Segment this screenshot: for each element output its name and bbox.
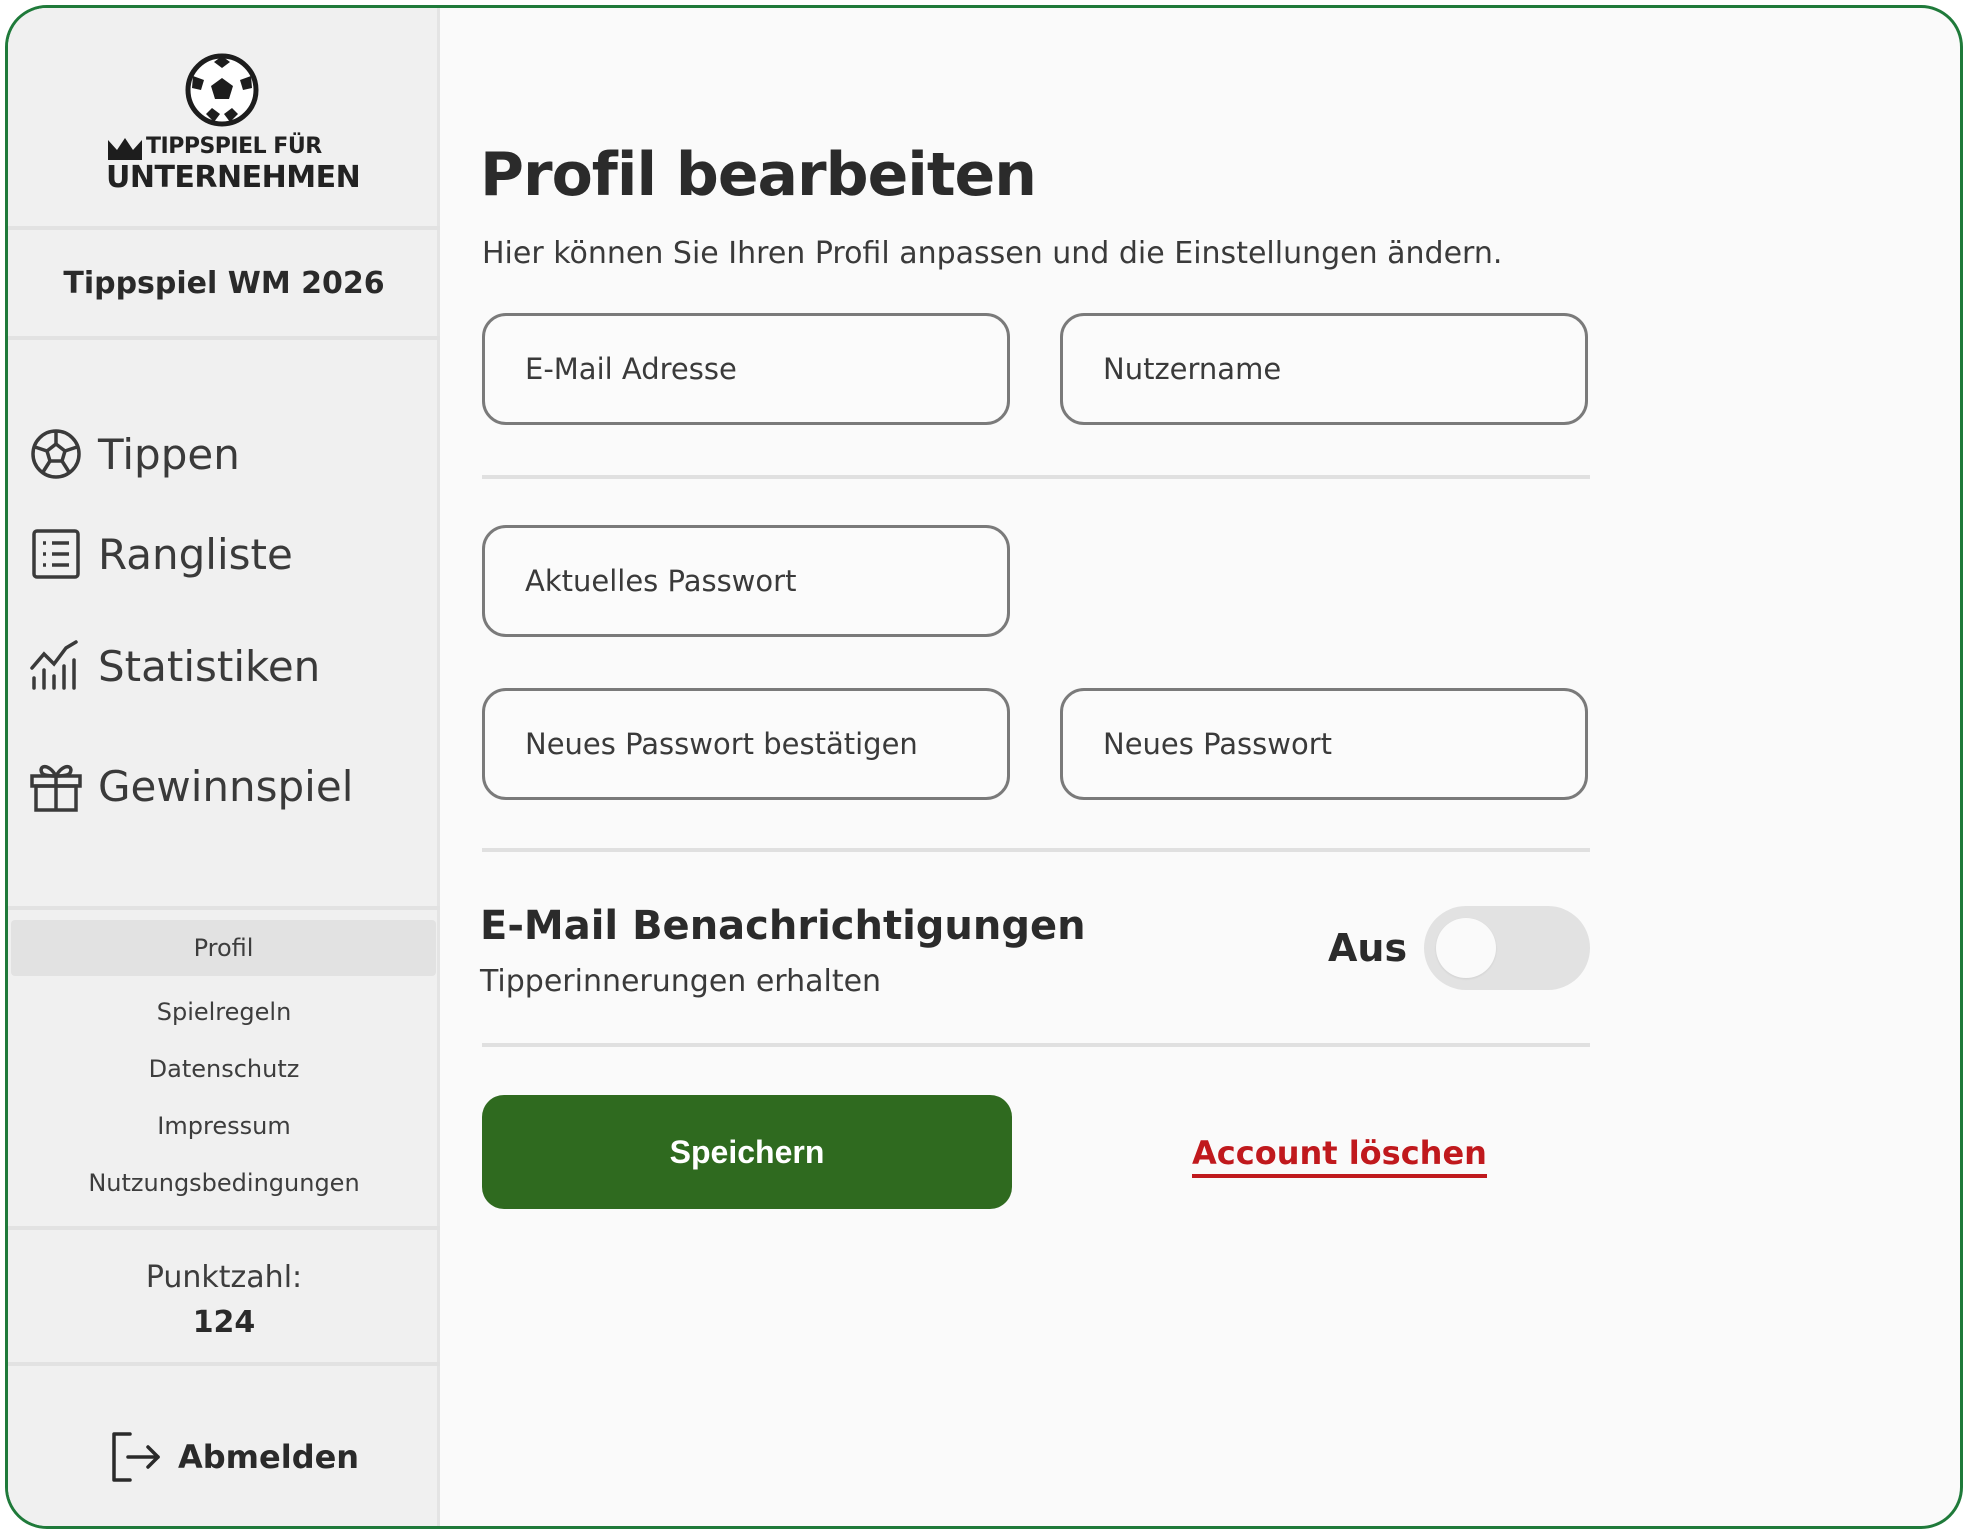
soccer-ball-logo-icon [185, 53, 259, 127]
notifications-subtitle: Tipperinnerungen erhalten [480, 964, 882, 999]
score-value: 124 [192, 1305, 256, 1340]
sidebar-divider [8, 226, 440, 230]
score-label: Punktzahl: [145, 1260, 303, 1295]
sidebar: TIPPSPIEL FÜR UNTERNEHMEN Tippspiel WM 2… [8, 8, 440, 1526]
nav-item-statistiken[interactable]: Statistiken [28, 638, 320, 694]
username-field-placeholder: Nutzername [1103, 352, 1282, 386]
new-password-placeholder: Neues Passwort [1103, 727, 1333, 761]
delete-account-link[interactable]: Account löschen [1192, 1134, 1487, 1178]
soccer-ball-icon [31, 429, 81, 479]
nav-item-gewinnspiel[interactable]: Gewinnspiel [28, 758, 353, 814]
game-title: Tippspiel WM 2026 [63, 266, 385, 301]
sidebar-divider [8, 1226, 440, 1230]
logo-text-bottom: UNTERNEHMEN [106, 160, 361, 195]
page-title: Profil bearbeiten [480, 140, 1037, 210]
logout-icon [112, 1432, 160, 1482]
sidebar-divider [8, 906, 440, 910]
confirm-password-field[interactable]: Neues Passwort bestätigen [482, 688, 1010, 800]
nav-item-label: Tippen [98, 429, 240, 479]
save-button[interactable]: Speichern [482, 1095, 1012, 1209]
logout-label: Abmelden [178, 1438, 360, 1476]
chart-icon [30, 640, 78, 690]
sidebar-link-datenschutz[interactable]: Datenschutz [8, 1055, 440, 1083]
section-divider [482, 1043, 1590, 1047]
notifications-toggle-label: Aus [1328, 926, 1408, 970]
brand-logo[interactable]: TIPPSPIEL FÜR UNTERNEHMEN [8, 48, 440, 208]
logo-text-top: TIPPSPIEL FÜR [146, 134, 322, 159]
email-field-placeholder: E-Mail Adresse [525, 352, 737, 386]
logout-button[interactable]: Abmelden [108, 1428, 359, 1486]
list-icon [32, 529, 80, 579]
nav-item-tippen[interactable]: Tippen [28, 426, 240, 482]
notifications-toggle[interactable] [1424, 906, 1590, 990]
nav-item-label: Gewinnspiel [98, 761, 354, 811]
section-divider [482, 848, 1590, 852]
nav-item-label: Rangliste [98, 529, 293, 579]
sidebar-divider [8, 1362, 440, 1366]
score-panel: Punktzahl: 124 [8, 1260, 440, 1340]
current-password-placeholder: Aktuelles Passwort [525, 564, 797, 598]
email-field[interactable]: E-Mail Adresse [482, 313, 1010, 425]
sidebar-link-profil[interactable]: Profil [11, 920, 436, 976]
nav-item-rangliste[interactable]: Rangliste [28, 526, 293, 582]
sidebar-link-nutzungsbedingungen[interactable]: Nutzungsbedingungen [8, 1169, 440, 1197]
current-password-field[interactable]: Aktuelles Passwort [482, 525, 1010, 637]
crown-icon [108, 138, 142, 160]
app-window: TIPPSPIEL FÜR UNTERNEHMEN Tippspiel WM 2… [5, 5, 1963, 1529]
confirm-password-placeholder: Neues Passwort bestätigen [525, 727, 918, 761]
notifications-title: E-Mail Benachrichtigungen [480, 903, 1086, 949]
nav-item-label: Statistiken [98, 641, 321, 691]
username-field[interactable]: Nutzername [1060, 313, 1588, 425]
sidebar-link-impressum[interactable]: Impressum [8, 1112, 440, 1140]
gift-icon [30, 764, 82, 812]
sidebar-divider [8, 336, 440, 340]
new-password-field[interactable]: Neues Passwort [1060, 688, 1588, 800]
sidebar-link-spielregeln[interactable]: Spielregeln [8, 998, 440, 1026]
toggle-knob [1436, 918, 1496, 978]
page-subtitle: Hier können Sie Ihren Profil anpassen un… [482, 236, 1503, 271]
section-divider [482, 475, 1590, 479]
